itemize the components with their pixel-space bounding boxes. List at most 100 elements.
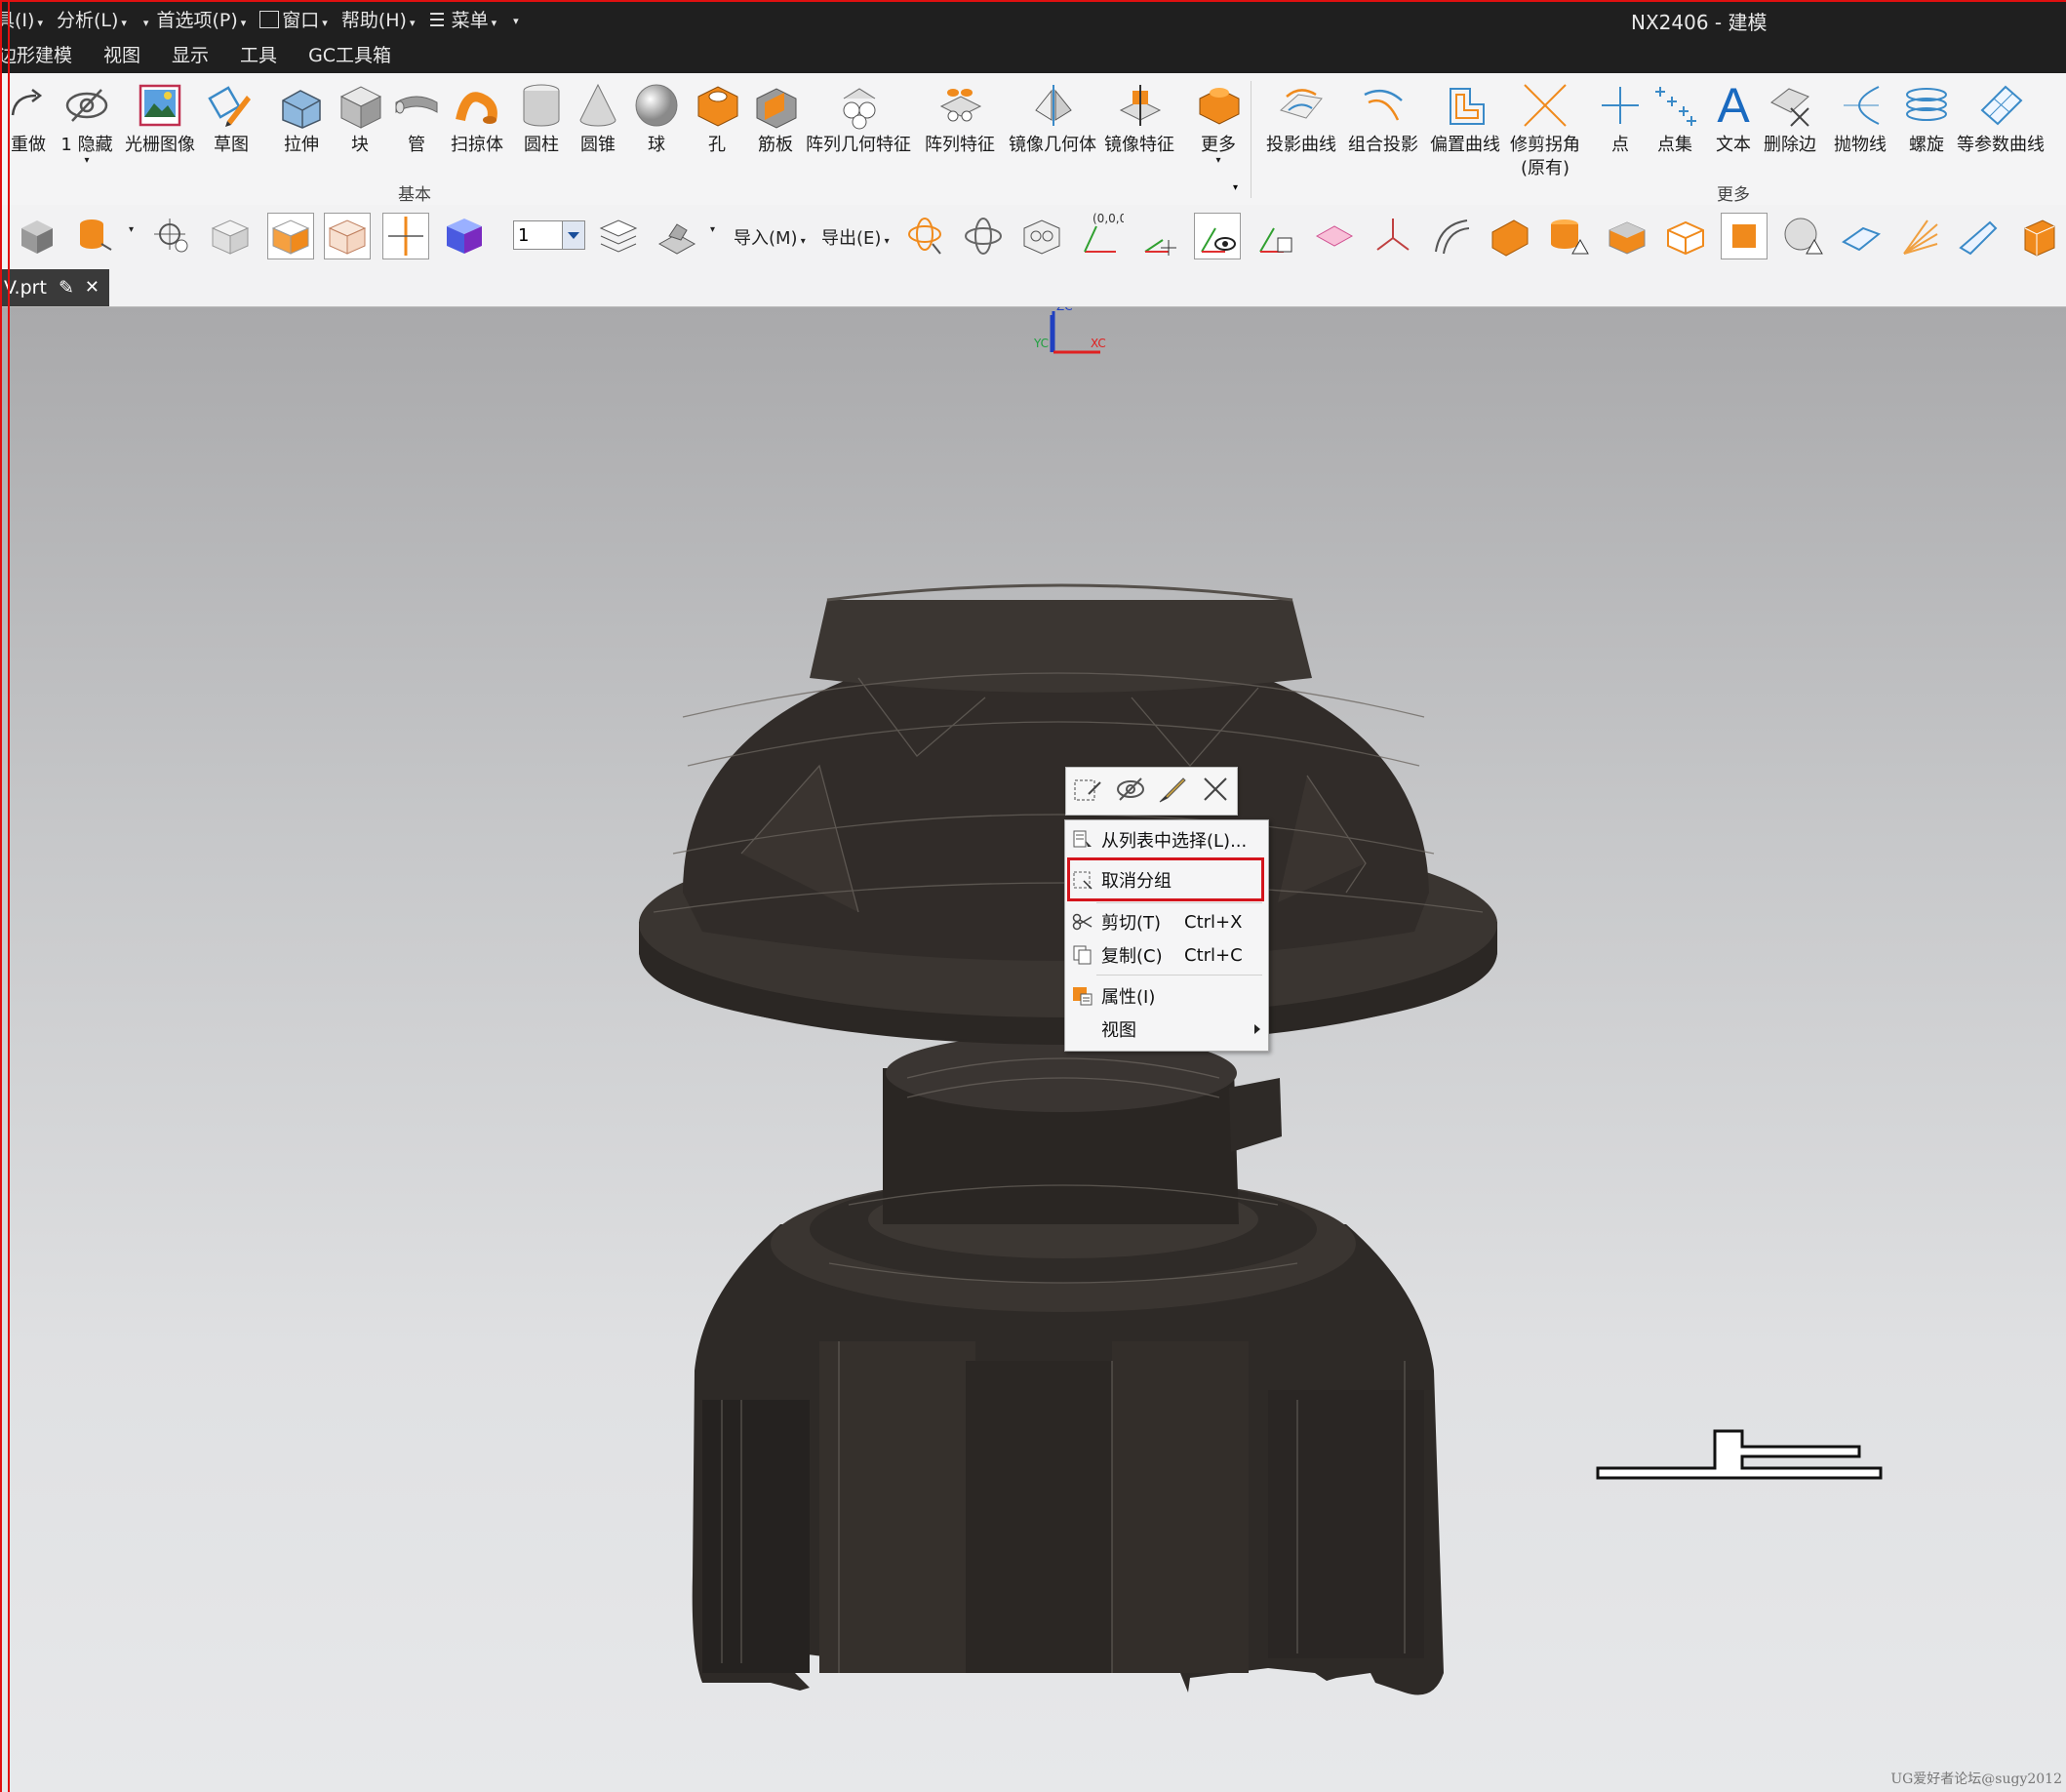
layer-settings-icon[interactable] [595,213,642,259]
rib-button[interactable]: 筋板 [749,79,802,157]
save-wcs-icon[interactable] [1252,213,1299,259]
menu-item-cut[interactable]: 剪切(T) Ctrl+X [1065,906,1268,937]
delete-edge-button[interactable]: 删除边 [1764,79,1816,157]
edit-object-icon[interactable] [1071,773,1104,810]
pattern-geometry-button[interactable]: 阵列几何特征 [806,79,911,157]
extract-body-icon[interactable] [2013,213,2060,259]
wcs-dynamic-icon[interactable] [1137,213,1184,259]
delete-icon[interactable] [1199,773,1232,810]
project-curve-button[interactable]: 投影曲线 [1266,79,1336,157]
snap-view-icon[interactable] [148,213,195,259]
point-button[interactable]: 点 [1594,79,1647,157]
hide-object-icon[interactable] [1114,773,1147,810]
helix-button[interactable]: 螺旋 [1900,79,1953,157]
sheet-body-icon[interactable] [1838,213,1885,259]
display-mode-icon[interactable] [207,213,254,259]
assembly-components-icon[interactable] [1018,213,1065,259]
menu-help[interactable]: 帮助(H) ▾ [341,6,416,32]
menu-preferences[interactable]: ▾ 首选项(P) ▾ [140,6,246,32]
list-select-icon [1068,829,1097,851]
tab-poly-modeling[interactable]: 边形建模 [0,41,72,67]
shell-solid-icon[interactable] [1662,213,1709,259]
parabola-button[interactable]: 抛物线 [1834,79,1887,157]
cylinder-button[interactable]: 圆柱 [515,79,568,157]
menu-item-view[interactable]: 视图 [1065,1014,1268,1045]
extrude-button[interactable]: 拉伸 [275,79,328,157]
move-object-icon[interactable] [70,213,117,259]
combined-projection-icon [1357,79,1410,132]
tab-display[interactable]: 显示 [172,41,209,67]
sphere-draft-icon[interactable] [1779,213,1826,259]
watermark: UG爱好者论坛@sugy2012 [1890,1772,2062,1787]
swept-surface-icon[interactable] [1955,213,2002,259]
orange-square-icon[interactable] [1721,213,1768,259]
hole-button[interactable]: 孔 [691,79,743,157]
shaded-with-edges-icon[interactable] [267,213,314,259]
window-icon [259,10,280,28]
file-tab-active[interactable]: V.prt ✎ ✕ [0,269,109,306]
wcs-display-icon[interactable] [382,213,429,259]
tab-tools[interactable]: 工具 [240,41,277,67]
paint-brush-icon[interactable] [1156,773,1189,810]
import-menu[interactable]: 导入(M) ▾ [734,224,806,250]
title-bar: 具(I)▾ 分析(L)▾ ▾首选项(P)▾ 窗口▾ 帮助(H)▾ ☰ 菜单▾ ▾… [0,0,2066,73]
trim-corner-button[interactable]: 修剪拐角 (原有) [1510,79,1580,180]
combined-projection-button[interactable]: 组合投影 [1348,79,1418,157]
graphics-viewport[interactable]: YC XC ZC [0,307,2066,1792]
iso-parametric-curve-button[interactable]: 等参数曲线 [1957,79,2045,157]
layer-dropdown-arrow[interactable] [562,221,584,249]
part-model[interactable] [639,583,1497,1695]
more-basic-button[interactable]: 更多 ▾ [1192,79,1245,166]
sphere-button[interactable]: 球 [630,79,683,157]
tab-view[interactable]: 视图 [103,41,140,67]
menu-item-select-from-list[interactable]: 从列表中选择(L)... [1065,824,1268,856]
chamfer-solid-icon[interactable] [1604,213,1650,259]
menu-item-properties[interactable]: 属性(I) [1065,980,1268,1012]
menu-item-ungroup[interactable]: 取消分组 [1065,864,1268,896]
show-hide-solid-icon[interactable] [14,213,60,259]
sheet-metal-icon[interactable] [654,213,700,259]
orbit-select-icon[interactable] [903,213,950,259]
menu-main[interactable]: ☰ 菜单 ▾ [428,6,497,32]
group-expand-arrow[interactable]: ▾ [1233,182,1238,193]
svg-text:XC: XC [1091,337,1106,350]
copy-icon [1068,944,1097,966]
block-button[interactable]: 块 [334,79,386,157]
wcs-origin-icon[interactable]: (0,0,0) [1077,213,1124,259]
menu-analysis[interactable]: 分析(L) ▾ [57,6,127,32]
quick-access-dropdown[interactable]: ▾ [510,8,519,29]
datum-csys-icon[interactable] [1370,213,1416,259]
orange-solid-icon[interactable] [1487,213,1533,259]
move-object-dropdown[interactable]: ▾ [129,224,134,235]
blue-cube-icon[interactable] [441,213,488,259]
raster-image-button[interactable]: 光栅图像 [125,79,195,157]
menu-item-copy[interactable]: 复制(C) Ctrl+C [1065,939,1268,971]
sketch-button[interactable]: 草图 [205,79,258,157]
cylinder-draft-icon[interactable] [1545,213,1592,259]
wcs-display-toggle-icon[interactable] [1194,213,1241,259]
surface-icon[interactable] [1428,213,1475,259]
export-menu[interactable]: 导出(E) ▾ [821,224,890,250]
mirror-feature-button[interactable]: 镜像特征 [1104,79,1174,157]
static-wireframe-icon[interactable] [324,213,371,259]
menu-window[interactable]: 窗口 ▾ [259,6,328,32]
menu-tools[interactable]: 具(I)▾ [0,6,43,32]
cone-button[interactable]: 圆锥 [572,79,624,157]
datum-plane-icon[interactable] [1311,213,1358,259]
tab-gc-toolbox[interactable]: GC工具箱 [308,41,391,67]
sheet-metal-dropdown[interactable]: ▾ [710,224,715,235]
pattern-feature-button[interactable]: 阵列特征 [925,79,995,157]
fan-lines-icon[interactable] [1896,213,1943,259]
close-tab-icon[interactable]: ✕ [85,269,99,306]
hide-button[interactable]: 1 隐藏 ▾ [60,79,113,166]
assembly-orbit-icon[interactable] [960,213,1007,259]
mirror-geometry-button[interactable]: 镜像几何体 [1009,79,1096,157]
sweep-button[interactable]: 扫掠体 [451,79,503,157]
tube-button[interactable]: 管 [390,79,443,157]
work-layer-select[interactable]: 1 [513,220,585,250]
text-button[interactable]: A 文本 [1707,79,1760,157]
point-set-button[interactable]: 点集 [1649,79,1701,157]
sketch-icon [205,79,258,132]
redo-button[interactable]: 重做 [2,79,55,157]
offset-curve-button[interactable]: 偏置曲线 [1430,79,1500,157]
